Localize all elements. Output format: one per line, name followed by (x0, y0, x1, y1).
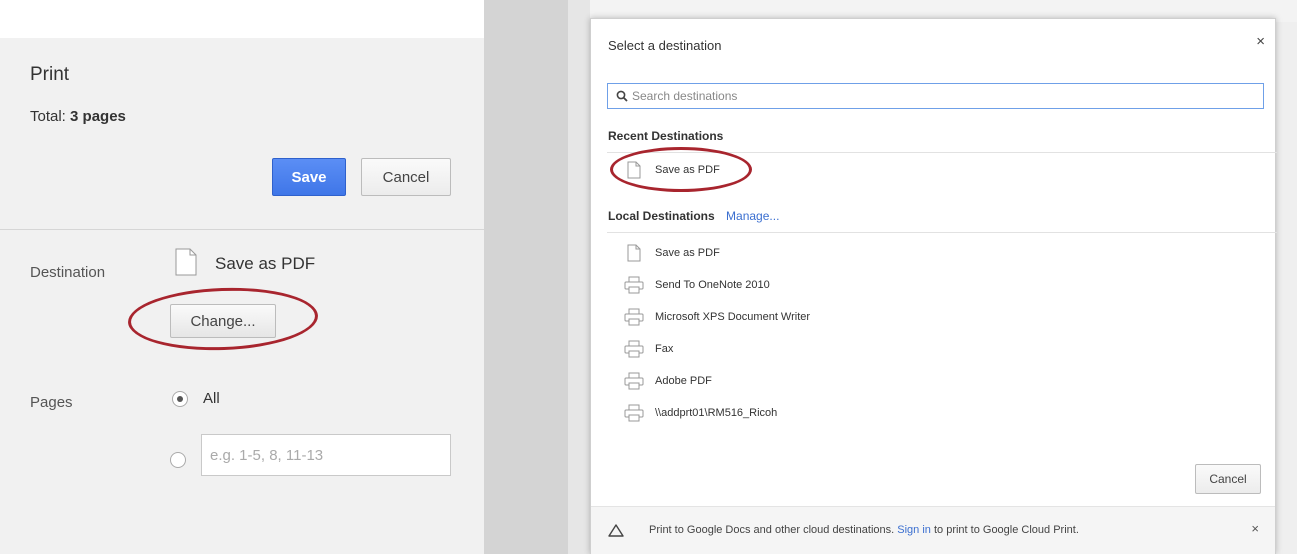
printer-icon (623, 403, 645, 423)
destination-label: Save as PDF (655, 247, 720, 259)
pages-all-radio[interactable] (172, 391, 188, 407)
cloud-icon (608, 524, 624, 537)
destination-label: Adobe PDF (655, 375, 712, 387)
search-input[interactable] (632, 85, 1252, 107)
preview-background-right (1276, 0, 1297, 554)
printer-icon (623, 307, 645, 327)
printer-icon (623, 275, 645, 295)
destination-label: Send To OneNote 2010 (655, 279, 770, 291)
destination-label: \\addprt01\RM516_Ricoh (655, 407, 778, 419)
local-destination-item[interactable]: Fax (623, 336, 673, 362)
divider (607, 232, 1277, 233)
footer-text-before: Print to Google Docs and other cloud des… (649, 524, 895, 536)
close-icon[interactable]: × (1251, 521, 1259, 536)
destination-label: Microsoft XPS Document Writer (655, 311, 811, 323)
local-destinations-title: Local Destinations Manage... (608, 209, 779, 223)
close-icon[interactable]: × (1256, 33, 1265, 50)
local-destination-item[interactable]: Adobe PDF (623, 368, 712, 394)
sign-in-link[interactable]: Sign in (897, 524, 931, 536)
local-destination-item[interactable]: \\addprt01\RM516_Ricoh (623, 400, 777, 426)
local-destination-item[interactable]: Save as PDF (623, 240, 720, 266)
footer-text: Print to Google Docs and other cloud des… (649, 524, 1079, 536)
recent-destinations-title: Recent Destinations (608, 129, 724, 143)
destination-value: Save as PDF (215, 254, 316, 273)
search-box (607, 83, 1264, 109)
total-label: Total: (30, 108, 66, 125)
annotation-circle (610, 147, 752, 192)
save-button[interactable]: Save (272, 158, 346, 196)
dialog-cancel-button[interactable]: Cancel (1195, 464, 1261, 494)
document-icon (175, 248, 197, 276)
cloud-print-footer: Print to Google Docs and other cloud des… (591, 506, 1275, 554)
select-destination-dialog: Select a destination × Recent Destinatio… (590, 18, 1277, 554)
document-icon (623, 243, 645, 263)
print-panel: Print Total: 3 pages Save Cancel Destina… (0, 0, 484, 554)
total-value: 3 pages (70, 108, 126, 125)
local-destination-item[interactable]: Microsoft XPS Document Writer (623, 304, 810, 330)
preview-background (568, 0, 590, 554)
pages-custom-input[interactable] (201, 434, 451, 476)
total-pages: Total: 3 pages (30, 108, 126, 125)
footer-text-after: to print to Google Cloud Print. (933, 524, 1079, 536)
printer-icon (623, 371, 645, 391)
pages-all-label: All (203, 390, 220, 407)
manage-link[interactable]: Manage... (726, 209, 779, 223)
print-title: Print (30, 64, 70, 85)
local-destinations-label: Local Destinations (608, 209, 715, 223)
destination-label: Fax (655, 343, 674, 355)
search-icon (616, 90, 628, 102)
local-destination-item[interactable]: Send To OneNote 2010 (623, 272, 770, 298)
cancel-button[interactable]: Cancel (361, 158, 451, 196)
print-header-area (0, 38, 484, 230)
pages-custom-radio[interactable] (170, 452, 186, 468)
pages-label: Pages (30, 394, 73, 411)
dialog-title: Select a destination (608, 38, 722, 53)
destination-label: Destination (30, 264, 106, 281)
printer-icon (623, 339, 645, 359)
